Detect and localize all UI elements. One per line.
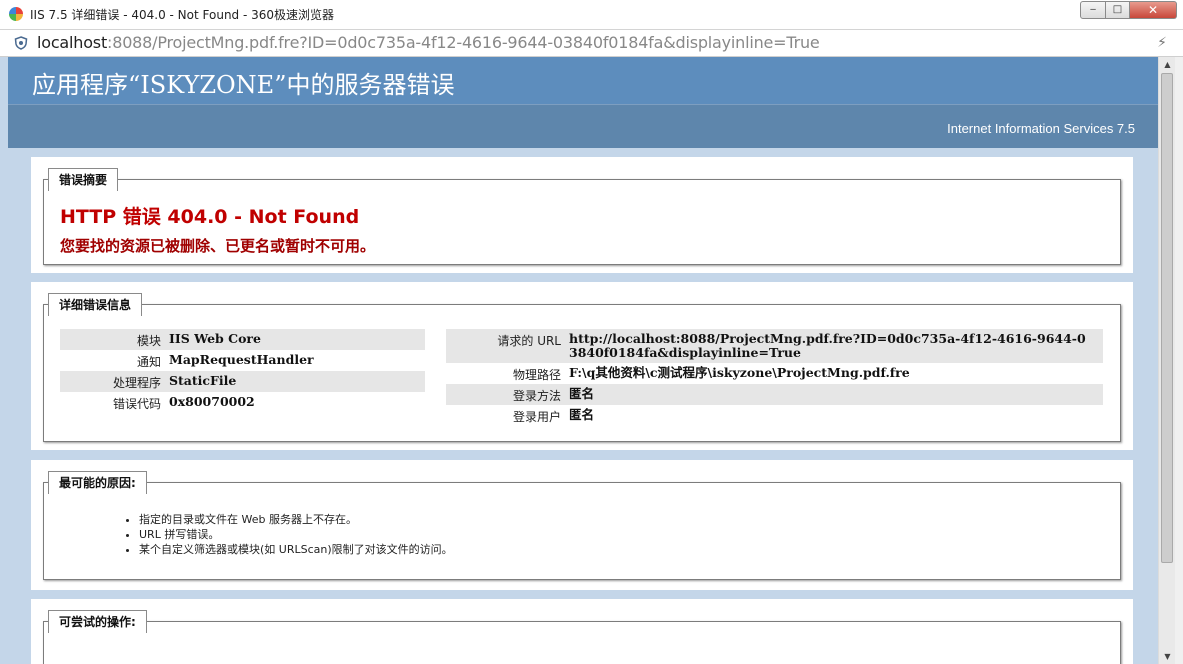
shield-icon[interactable] bbox=[14, 36, 28, 50]
close-button[interactable]: ✕ bbox=[1130, 1, 1177, 19]
detail-row: 物理路径 F:\q其他资料\c测试程序\iskyzone\ProjectMng.p… bbox=[446, 363, 1103, 384]
physical-path-value: F:\q其他资料\c测试程序\iskyzone\ProjectMng.pdf.f… bbox=[569, 365, 910, 380]
summary-legend: 错误摘要 bbox=[48, 168, 119, 191]
actions-fieldset: 可尝试的操作: bbox=[43, 610, 1121, 664]
detail-row: 处理程序 StaticFile bbox=[60, 371, 425, 392]
causes-list: 指定的目录或文件在 Web 服务器上不存在。 URL 拼写错误。 某个自定义筛选… bbox=[123, 512, 453, 557]
browser-logo-icon bbox=[9, 7, 23, 21]
url-input[interactable]: localhost:8088/ProjectMng.pdf.fre?ID=0d0… bbox=[37, 33, 820, 52]
window-controls: ‒ □ ✕ bbox=[1080, 1, 1177, 19]
address-bar: localhost:8088/ProjectMng.pdf.fre?ID=0d0… bbox=[0, 30, 1183, 57]
detail-value: 匿名 bbox=[569, 407, 595, 422]
scroll-thumb[interactable] bbox=[1161, 73, 1173, 563]
detail-label: 处理程序 bbox=[112, 376, 161, 390]
details-legend: 详细错误信息 bbox=[48, 293, 143, 316]
detail-label: 错误代码 bbox=[112, 397, 161, 411]
detail-row: 错误代码 0x80070002 bbox=[60, 392, 425, 413]
scroll-up-icon[interactable]: ▲ bbox=[1159, 57, 1176, 72]
vertical-scrollbar[interactable]: ▲ ▼ bbox=[1158, 57, 1175, 664]
list-item: 指定的目录或文件在 Web 服务器上不存在。 bbox=[139, 512, 453, 527]
detail-value: MapRequestHandler bbox=[169, 352, 314, 367]
detail-row: 登录方法 匿名 bbox=[446, 384, 1103, 405]
actions-card: 可尝试的操作: bbox=[31, 599, 1133, 664]
causes-fieldset: 最可能的原因: 指定的目录或文件在 Web 服务器上不存在。 URL 拼写错误。… bbox=[43, 471, 1121, 580]
page-title: 应用程序“ISKYZONE”中的服务器错误 bbox=[32, 71, 455, 99]
detail-value: IIS Web Core bbox=[169, 331, 261, 346]
detail-row: 请求的 URL http://localhost:8088/ProjectMng.… bbox=[446, 329, 1103, 363]
detail-value: 0x80070002 bbox=[169, 394, 255, 409]
list-item: 某个自定义筛选器或模块(如 URLScan)限制了对该文件的访问。 bbox=[139, 542, 453, 557]
details-right-table: 请求的 URL http://localhost:8088/ProjectMng.… bbox=[446, 329, 1103, 426]
window-titlebar: IIS 7.5 详细错误 - 404.0 - Not Found - 360极速… bbox=[0, 0, 1183, 30]
window-right-border bbox=[1175, 57, 1183, 664]
detail-label: 模块 bbox=[136, 334, 161, 348]
page-subheader: Internet Information Services 7.5 bbox=[8, 104, 1158, 148]
detail-label: 请求的 URL bbox=[497, 334, 561, 348]
url-host: localhost bbox=[37, 33, 108, 52]
window-title: IIS 7.5 详细错误 - 404.0 - Not Found - 360极速… bbox=[30, 8, 335, 22]
iis-version: Internet Information Services 7.5 bbox=[947, 121, 1135, 136]
details-card: 详细错误信息 模块 IIS Web Core 通知 MapRequestHandle… bbox=[31, 282, 1133, 450]
detail-value: StaticFile bbox=[169, 373, 237, 388]
maximize-button[interactable]: □ bbox=[1106, 1, 1130, 19]
error-description: 您要找的资源已被删除、已更名或暂时不可用。 bbox=[60, 237, 376, 255]
causes-legend: 最可能的原因: bbox=[48, 471, 147, 494]
detail-value: 匿名 bbox=[569, 386, 595, 401]
error-title: HTTP 错误 404.0 - Not Found bbox=[60, 206, 360, 228]
summary-card: 错误摘要 HTTP 错误 404.0 - Not Found 您要找的资源已被删… bbox=[31, 157, 1133, 273]
url-rest: :8088/ProjectMng.pdf.fre?ID=0d0c735a-4f1… bbox=[107, 33, 820, 52]
scroll-down-icon[interactable]: ▼ bbox=[1159, 649, 1176, 664]
details-left-table: 模块 IIS Web Core 通知 MapRequestHandler 处理程序 S… bbox=[60, 329, 425, 413]
summary-fieldset: 错误摘要 HTTP 错误 404.0 - Not Found 您要找的资源已被删… bbox=[43, 168, 1121, 265]
page-viewport: 应用程序“ISKYZONE”中的服务器错误 Internet Informati… bbox=[0, 57, 1158, 664]
detail-label: 通知 bbox=[136, 355, 161, 369]
page-header: 应用程序“ISKYZONE”中的服务器错误 bbox=[8, 57, 1158, 104]
list-item: URL 拼写错误。 bbox=[139, 527, 453, 542]
detail-row: 登录用户 匿名 bbox=[446, 405, 1103, 426]
requested-url-value: http://localhost:8088/ProjectMng.pdf.fre… bbox=[569, 331, 1086, 360]
causes-card: 最可能的原因: 指定的目录或文件在 Web 服务器上不存在。 URL 拼写错误。… bbox=[31, 460, 1133, 590]
bolt-icon[interactable]: ⚡ bbox=[1157, 35, 1167, 51]
detail-label: 物理路径 bbox=[512, 368, 561, 382]
detail-label: 登录用户 bbox=[512, 410, 561, 424]
minimize-button[interactable]: ‒ bbox=[1080, 1, 1106, 19]
detail-row: 模块 IIS Web Core bbox=[60, 329, 425, 350]
detail-row: 通知 MapRequestHandler bbox=[60, 350, 425, 371]
details-fieldset: 详细错误信息 模块 IIS Web Core 通知 MapRequestHandle… bbox=[43, 293, 1121, 442]
detail-label: 登录方法 bbox=[512, 389, 561, 403]
actions-legend: 可尝试的操作: bbox=[48, 610, 147, 633]
